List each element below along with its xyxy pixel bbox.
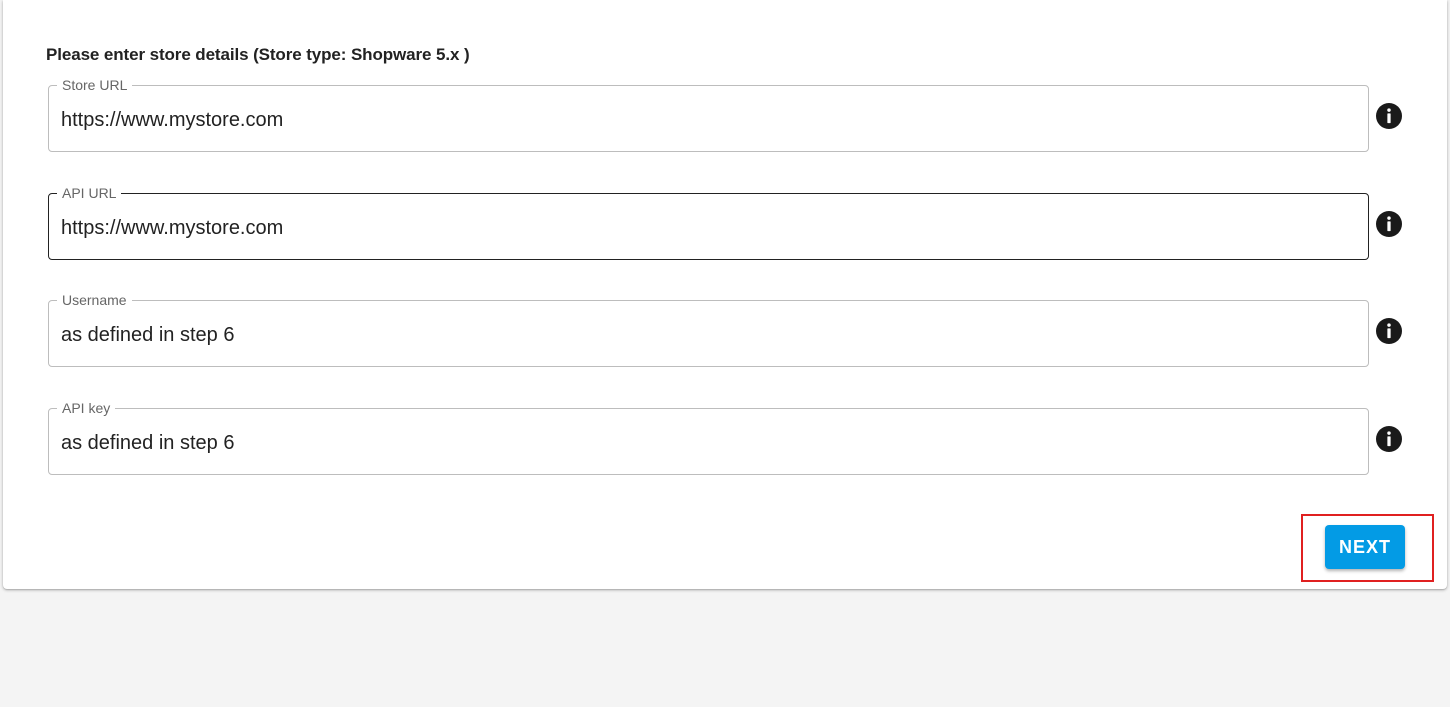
api-key-label: API key xyxy=(57,399,116,417)
store-url-field[interactable]: Store URL https://www.mystore.com xyxy=(48,76,1369,152)
store-details-card: Please enter store details (Store type: … xyxy=(3,0,1447,589)
form-heading: Please enter store details (Store type: … xyxy=(46,45,470,64)
store-url-input[interactable]: https://www.mystore.com xyxy=(61,108,1351,132)
api-key-field[interactable]: API key as defined in step 6 xyxy=(48,399,1369,475)
info-icon[interactable] xyxy=(1376,318,1402,344)
info-icon[interactable] xyxy=(1376,426,1402,452)
api-url-input[interactable]: https://www.mystore.com xyxy=(61,216,1351,240)
api-key-input[interactable]: as defined in step 6 xyxy=(61,431,1351,455)
username-field[interactable]: Username as defined in step 6 xyxy=(48,291,1369,367)
username-input[interactable]: as defined in step 6 xyxy=(61,323,1351,347)
next-button[interactable]: NEXT xyxy=(1325,525,1405,569)
info-icon[interactable] xyxy=(1376,211,1402,237)
store-url-label: Store URL xyxy=(57,76,133,94)
api-url-label: API URL xyxy=(57,184,122,202)
username-label: Username xyxy=(57,291,132,309)
api-url-field[interactable]: API URL https://www.mystore.com xyxy=(48,184,1369,260)
info-icon[interactable] xyxy=(1376,103,1402,129)
